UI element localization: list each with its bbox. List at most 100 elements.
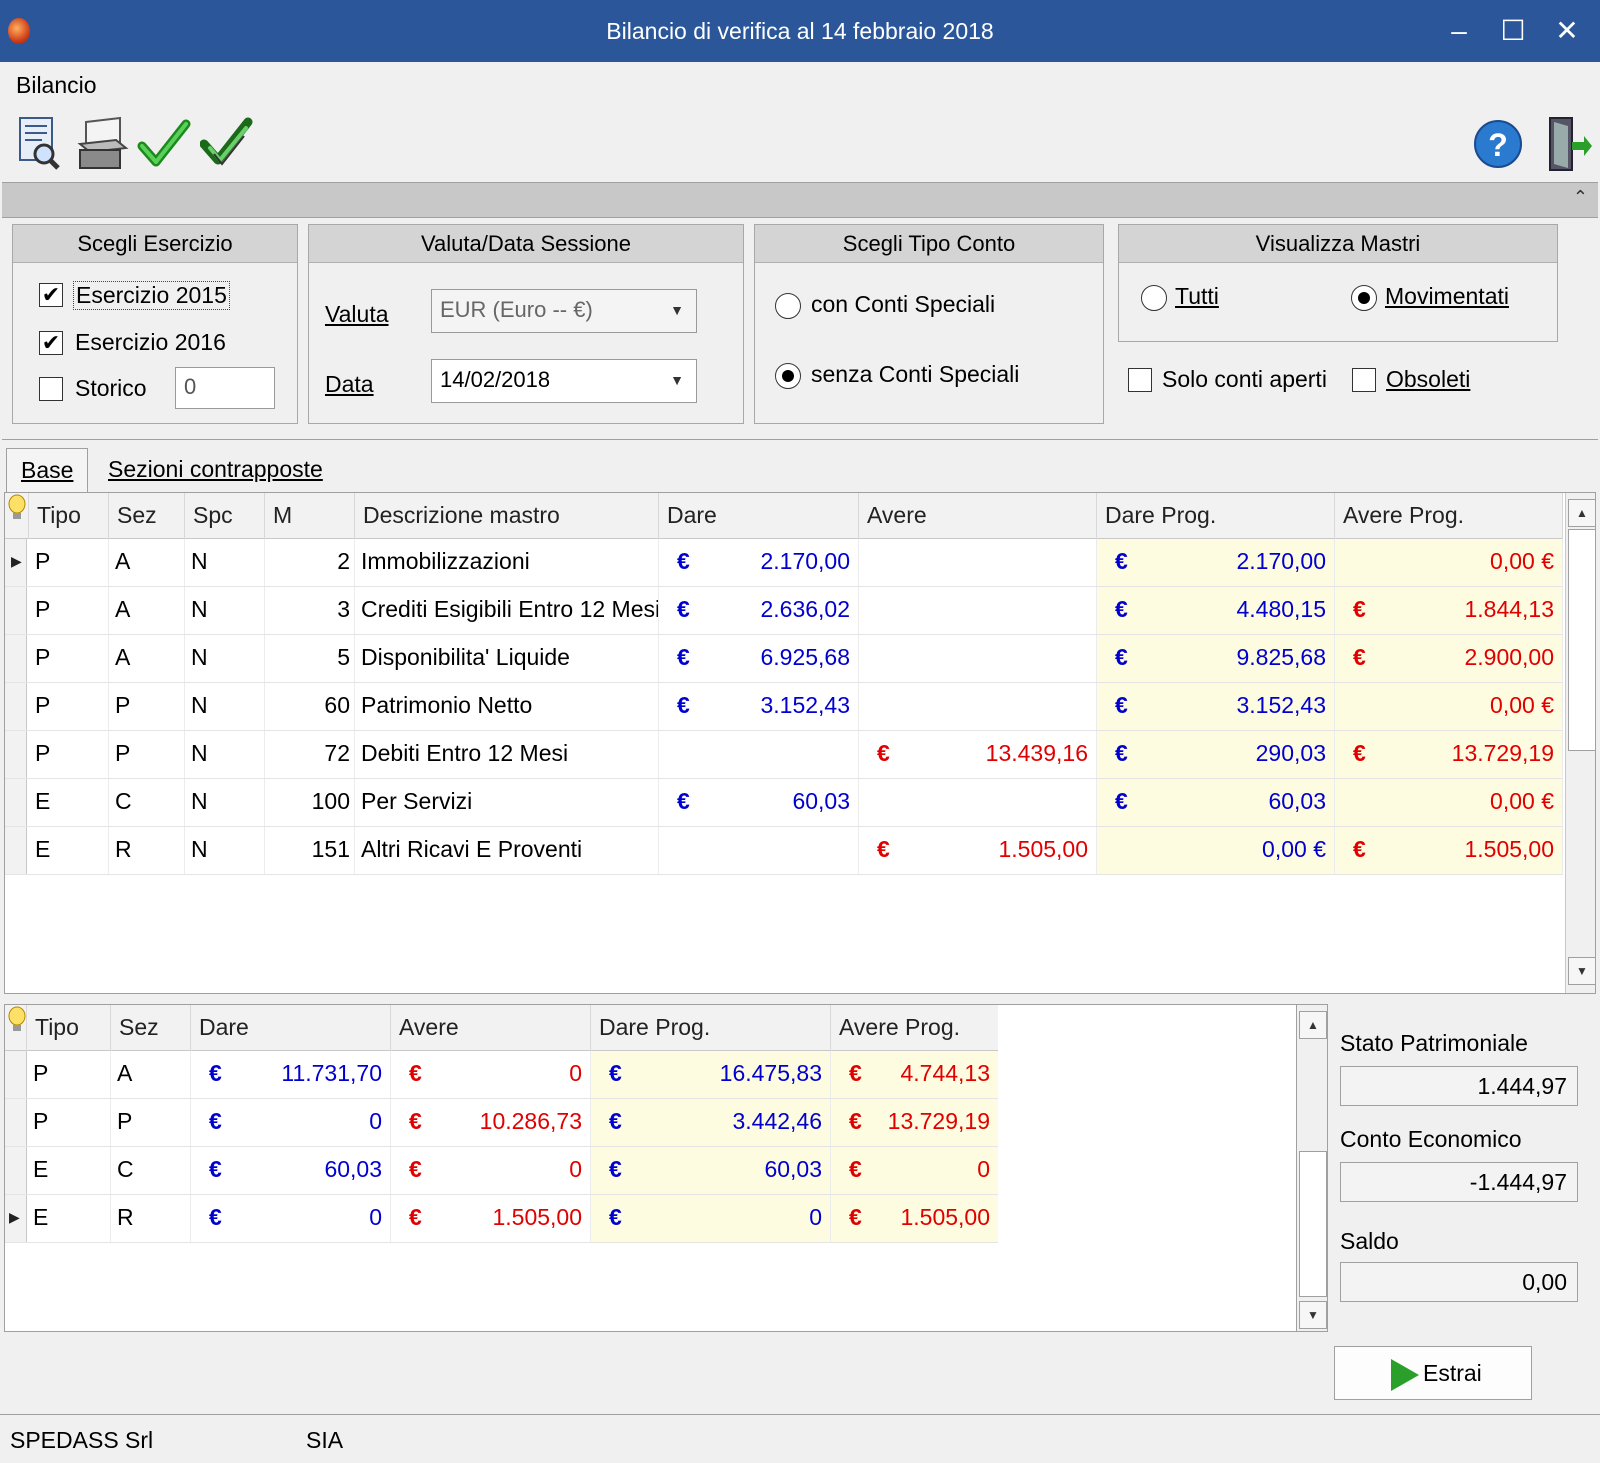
label-solo-conti-aperti[interactable]: Solo conti aperti	[1162, 366, 1327, 393]
cell-dare-value: 11.731,70	[281, 1060, 382, 1086]
checkbox-obsoleti[interactable]	[1352, 368, 1376, 392]
col-dare[interactable]: Dare	[659, 493, 859, 539]
euro-symbol: €	[1353, 644, 1366, 670]
minimize-button[interactable]: –	[1432, 8, 1486, 54]
scroll-thumb[interactable]	[1299, 1151, 1327, 1297]
mastri-grid[interactable]: Tipo Sez Spc M Descrizione mastro Dare A…	[4, 492, 1596, 994]
cell-avere: €13.439,16	[859, 731, 1097, 778]
valuta-select[interactable]: EUR (Euro -- €) ▼	[431, 289, 697, 333]
col-sez[interactable]: Sez	[109, 493, 185, 539]
group-mastri: Visualizza Mastri Tutti Movimentati	[1118, 224, 1558, 342]
col-dare-prog[interactable]: Dare Prog.	[591, 1005, 831, 1051]
label-tutti[interactable]: Tutti	[1175, 283, 1219, 310]
cell-descrizione: Crediti Esigibili Entro 12 Mesi	[355, 587, 659, 634]
table-row[interactable]: P A N 3 Crediti Esigibili Entro 12 Mesi €2.63…	[5, 587, 1563, 635]
tab-base[interactable]: Base	[6, 448, 89, 492]
table-row[interactable]: P P N 60 Patrimonio Netto €3.152,43 €3.152,43 0…	[5, 683, 1563, 731]
checkbox-esercizio-2015[interactable]: ✔	[39, 283, 63, 307]
euro-symbol: €	[677, 788, 690, 814]
exit-icon[interactable]	[1542, 114, 1598, 174]
storico-input[interactable]: 0	[175, 367, 275, 409]
col-spc[interactable]: Spc	[185, 493, 265, 539]
radio-senza-conti-speciali[interactable]	[775, 363, 801, 389]
col-avere-prog[interactable]: Avere Prog.	[831, 1005, 998, 1051]
scroll-up-icon[interactable]: ▲	[1299, 1011, 1327, 1039]
maximize-button[interactable]: ☐	[1486, 8, 1540, 54]
checkbox-esercizio-2016[interactable]: ✔	[39, 331, 63, 355]
euro-symbol: €	[1353, 740, 1366, 766]
col-dare-prog[interactable]: Dare Prog.	[1097, 493, 1335, 539]
sezioni-grid-scrollbar[interactable]: ▲ ▼	[1296, 1004, 1328, 1332]
collapse-chevron-icon[interactable]: ⌃	[1573, 187, 1588, 208]
radio-movimentati[interactable]	[1351, 285, 1377, 311]
estrai-button[interactable]: Estrai	[1334, 1346, 1532, 1400]
cell-spc: N	[185, 683, 265, 730]
scroll-thumb[interactable]	[1568, 529, 1595, 751]
col-tipo[interactable]: Tipo	[29, 493, 109, 539]
radio-con-conti-speciali[interactable]	[775, 293, 801, 319]
label-senza-conti-speciali[interactable]: senza Conti Speciali	[811, 361, 1019, 388]
col-tipo[interactable]: Tipo	[27, 1005, 111, 1051]
data-select[interactable]: 14/02/2018 ▼	[431, 359, 697, 403]
cell-dare: €0	[191, 1195, 391, 1242]
cell-sez: C	[109, 779, 185, 826]
cell-dare_prog: €9.825,68	[1097, 635, 1335, 682]
help-icon[interactable]: ?	[1472, 114, 1528, 174]
table-row[interactable]: E C N 100 Per Servizi €60,03 €60,03 0,00 €	[5, 779, 1563, 827]
table-row[interactable]: P A €11.731,70 €0 €16.475,83 €4.744,13	[5, 1051, 998, 1099]
radio-tutti[interactable]	[1141, 285, 1167, 311]
label-storico[interactable]: Storico	[75, 375, 147, 402]
col-m[interactable]: M	[265, 493, 355, 539]
cell-sez: A	[111, 1051, 191, 1098]
euro-symbol: €	[209, 1108, 222, 1134]
cell-dare-value: 2.636,02	[760, 596, 850, 622]
scroll-down-icon[interactable]: ▼	[1568, 957, 1595, 985]
label-esercizio-2015[interactable]: Esercizio 2015	[73, 281, 230, 310]
table-row[interactable]: ▶ E R €0 €1.505,00 €0 €1.505,00	[5, 1195, 998, 1243]
cell-avere_prog-value: 1.844,13	[1464, 596, 1554, 622]
col-avere-prog[interactable]: Avere Prog.	[1335, 493, 1563, 539]
menu-bilancio[interactable]: Bilancio	[16, 72, 97, 99]
label-obsoleti[interactable]: Obsoleti	[1386, 366, 1470, 393]
table-row[interactable]: P A N 5 Disponibilita' Liquide €6.925,68 €9.82…	[5, 635, 1563, 683]
cell-tipo: P	[29, 587, 109, 634]
table-row[interactable]: P P N 72 Debiti Entro 12 Mesi €13.439,16 €290,…	[5, 731, 1563, 779]
table-row[interactable]: ▶ P A N 2 Immobilizzazioni €2.170,00 €2.170,00 0…	[5, 539, 1563, 587]
scroll-up-icon[interactable]: ▲	[1568, 499, 1595, 527]
col-dare[interactable]: Dare	[191, 1005, 391, 1051]
cell-avere	[859, 683, 1097, 730]
confirm-icon[interactable]	[136, 114, 192, 174]
euro-symbol: €	[1115, 644, 1128, 670]
tab-sezioni-contrapposte[interactable]: Sezioni contrapposte	[94, 448, 337, 492]
table-row[interactable]: E R N 151 Altri Ricavi E Proventi €1.505,00 0,…	[5, 827, 1563, 875]
label-movimentati[interactable]: Movimentati	[1385, 283, 1509, 310]
svg-text:?: ?	[1488, 127, 1508, 163]
preview-icon[interactable]	[14, 114, 70, 174]
col-avere[interactable]: Avere	[391, 1005, 591, 1051]
label-con-conti-speciali[interactable]: con Conti Speciali	[811, 291, 995, 318]
col-descrizione[interactable]: Descrizione mastro	[355, 493, 659, 539]
print-icon[interactable]	[76, 114, 132, 174]
cell-sez: A	[109, 539, 185, 586]
cell-dare: €60,03	[191, 1147, 391, 1194]
checkbox-solo-conti-aperti[interactable]	[1128, 368, 1152, 392]
checkbox-storico[interactable]	[39, 377, 63, 401]
col-avere[interactable]: Avere	[859, 493, 1097, 539]
cell-avere	[859, 539, 1097, 586]
mastri-grid-scrollbar[interactable]: ▲ ▼	[1565, 493, 1595, 993]
table-row[interactable]: E C €60,03 €0 €60,03 €0	[5, 1147, 998, 1195]
confirm-all-icon[interactable]	[199, 114, 256, 174]
sezioni-grid[interactable]: Tipo Sez Dare Avere Dare Prog. Avere Pro…	[4, 1004, 998, 1332]
cell-avere_prog: 0,00 €	[1335, 779, 1563, 826]
group-esercizio: Scegli Esercizio ✔ Esercizio 2015 ✔ Eser…	[12, 224, 298, 424]
cell-descrizione: Patrimonio Netto	[355, 683, 659, 730]
close-button[interactable]: ✕	[1540, 8, 1594, 54]
cell-avere-value: 1.505,00	[998, 836, 1088, 862]
cell-sez: P	[109, 731, 185, 778]
scroll-down-icon[interactable]: ▼	[1299, 1301, 1327, 1329]
euro-symbol: €	[849, 1108, 862, 1134]
col-sez[interactable]: Sez	[111, 1005, 191, 1051]
table-row[interactable]: P P €0 €10.286,73 €3.442,46 €13.729,19	[5, 1099, 998, 1147]
cell-tipo: P	[29, 683, 109, 730]
label-esercizio-2016[interactable]: Esercizio 2016	[75, 329, 226, 356]
